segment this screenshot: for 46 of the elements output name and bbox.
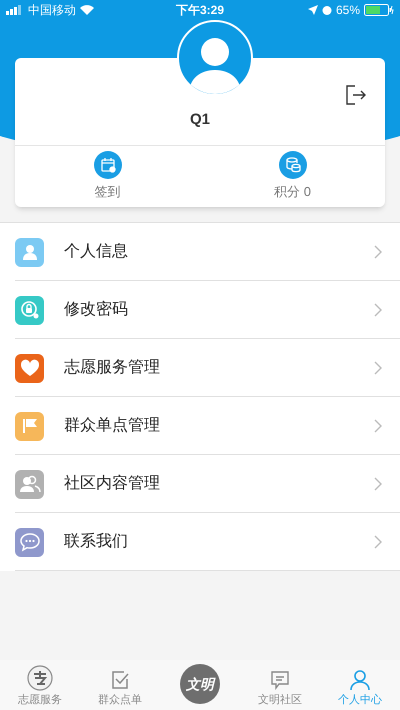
menu-label: 修改密码 bbox=[64, 300, 129, 320]
menu-item[interactable]: 联系我们 bbox=[0, 513, 400, 571]
battery-percent: 65% bbox=[336, 2, 360, 19]
center-tab[interactable]: 文明 bbox=[160, 659, 240, 709]
logout-button[interactable] bbox=[345, 84, 367, 106]
chevron-right-icon bbox=[374, 477, 382, 491]
comment-icon bbox=[269, 668, 291, 690]
status-time: 下午3:29 bbox=[174, 2, 226, 19]
menu-item[interactable]: 社区内容管理 bbox=[0, 455, 400, 513]
profile-action[interactable]: 签到 bbox=[15, 146, 200, 207]
carrier-name: 中国移动 bbox=[28, 2, 76, 19]
person-icon bbox=[20, 243, 38, 261]
chevron-right-icon bbox=[374, 303, 382, 317]
signal-icon bbox=[6, 5, 24, 15]
menu-item[interactable]: 个人信息 bbox=[0, 223, 400, 281]
flag-icon bbox=[20, 417, 38, 435]
chevron-right-icon bbox=[374, 361, 382, 375]
badge-icon bbox=[27, 664, 53, 690]
user-name: Q1 bbox=[190, 110, 210, 130]
menu-label: 联系我们 bbox=[64, 532, 129, 552]
tab-item[interactable]: 文明社区 bbox=[240, 668, 320, 708]
user-icon bbox=[349, 668, 371, 690]
lock-icon bbox=[20, 300, 40, 320]
alarm-icon bbox=[322, 5, 332, 15]
menu-label: 社区内容管理 bbox=[64, 474, 161, 494]
menu-label: 志愿服务管理 bbox=[64, 358, 161, 378]
battery-icon bbox=[364, 4, 394, 16]
chevron-right-icon bbox=[374, 419, 382, 433]
chevron-right-icon bbox=[374, 245, 382, 259]
menu-item[interactable]: 修改密码 bbox=[0, 281, 400, 339]
tab-item[interactable]: 志愿服务 bbox=[0, 664, 80, 708]
heart-icon bbox=[20, 359, 40, 377]
menu-label: 个人信息 bbox=[64, 242, 129, 262]
menu-label: 群众单点管理 bbox=[64, 416, 161, 436]
people-icon bbox=[18, 475, 40, 493]
location-icon bbox=[308, 5, 318, 15]
tab-item[interactable]: 个人中心 bbox=[320, 668, 400, 708]
chevron-right-icon bbox=[374, 535, 382, 549]
calendar-icon bbox=[94, 151, 122, 180]
menu-item[interactable]: 志愿服务管理 bbox=[0, 339, 400, 397]
profile-action[interactable]: 积分 0 bbox=[200, 146, 385, 207]
coins-icon bbox=[278, 151, 306, 180]
chat-icon bbox=[18, 532, 40, 552]
tab-item[interactable]: 群众点单 bbox=[80, 668, 160, 708]
menu-item[interactable]: 群众单点管理 bbox=[0, 397, 400, 455]
wifi-icon bbox=[80, 5, 94, 15]
